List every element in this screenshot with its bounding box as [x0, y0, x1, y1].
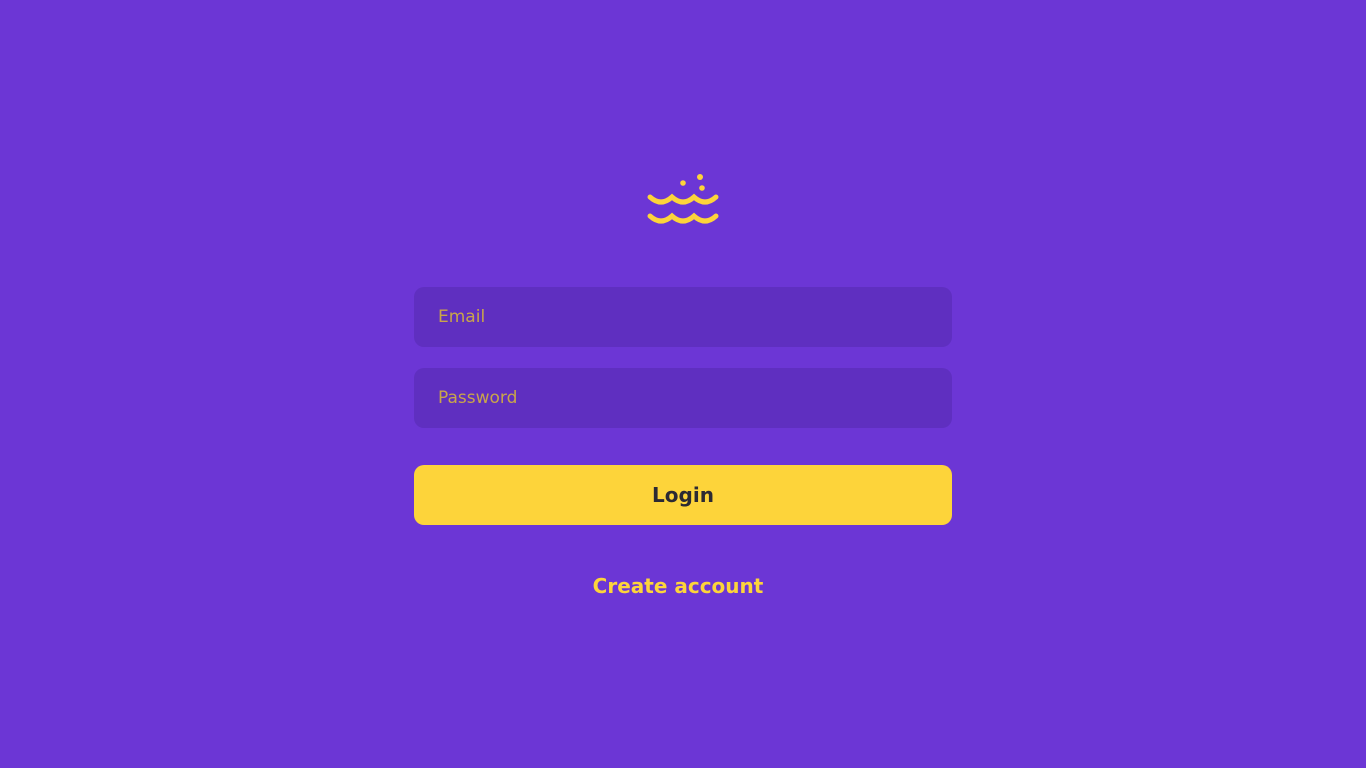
password-input[interactable] [414, 368, 952, 428]
login-screen: Login Create account [0, 0, 1366, 768]
login-button[interactable]: Login [414, 465, 952, 525]
email-input[interactable] [414, 287, 952, 347]
create-account-link[interactable]: Create account [414, 569, 942, 603]
waves-logo-icon [646, 172, 720, 230]
